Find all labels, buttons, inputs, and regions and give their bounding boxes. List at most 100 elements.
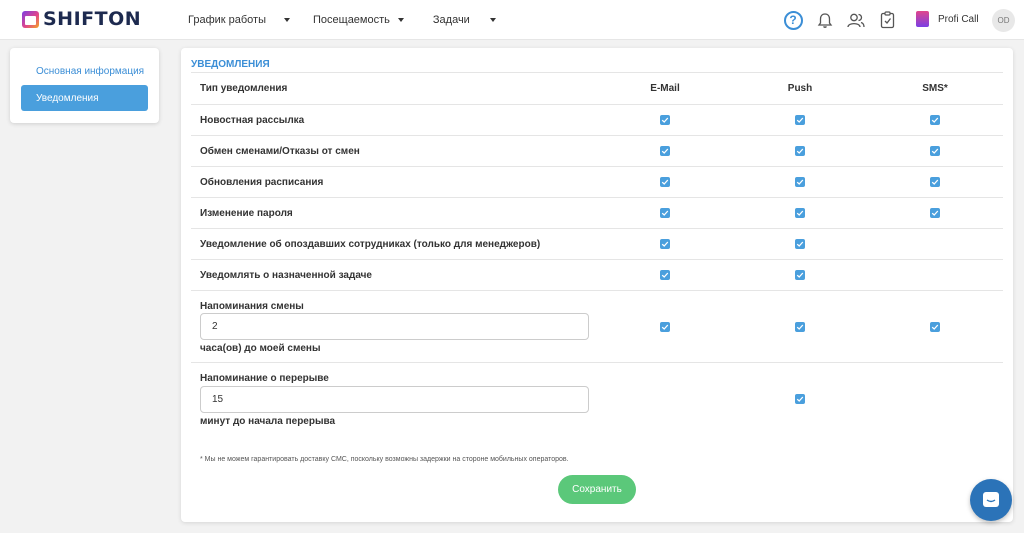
column-header-email: E-Mail xyxy=(650,83,680,94)
check-icon xyxy=(661,148,669,154)
notification-type-label: Уведомление об опоздавших сотрудниках (т… xyxy=(200,239,541,250)
tasks-button[interactable] xyxy=(876,9,898,31)
table-row: Новостная рассылка xyxy=(191,105,1003,136)
company-switcher[interactable]: Profi Call xyxy=(916,11,979,27)
shift-reminder-hours-input[interactable] xyxy=(200,313,589,340)
nav-attendance[interactable]: Посещаемость xyxy=(313,14,404,26)
check-icon xyxy=(661,117,669,123)
settings-sidebar: Основная информация Уведомления xyxy=(10,48,159,123)
check-icon xyxy=(931,179,939,185)
notification-type-label: Обмен сменами/Отказы от смен xyxy=(200,146,360,157)
break-reminder-suffix: минут до начала перерыва xyxy=(200,416,336,427)
check-icon xyxy=(796,272,804,278)
company-name: Profi Call xyxy=(938,13,979,25)
email-checkbox[interactable] xyxy=(660,146,670,156)
table-row-break-reminder: Напоминание о перерыве минут до начала п… xyxy=(191,363,1003,435)
nav-tasks-label: Задачи xyxy=(432,14,470,26)
check-icon xyxy=(661,210,669,216)
nav-attendance-label: Посещаемость xyxy=(313,14,390,26)
clipboard-icon xyxy=(880,11,894,29)
check-icon xyxy=(796,179,804,185)
company-logo-icon xyxy=(916,11,929,27)
check-icon xyxy=(796,210,804,216)
table-row: Уведомлять о назначенной задаче xyxy=(191,260,1003,291)
break-reminder-label: Напоминание о перерыве xyxy=(200,373,329,384)
nav-schedule[interactable]: График работы xyxy=(188,14,290,26)
sms-checkbox[interactable] xyxy=(930,115,940,125)
help-button[interactable]: ? xyxy=(782,9,804,31)
sms-checkbox[interactable] xyxy=(930,146,940,156)
logo-text: SHIFTON xyxy=(43,8,142,30)
check-icon xyxy=(931,117,939,123)
check-icon xyxy=(796,396,804,402)
check-icon xyxy=(796,324,804,330)
table-row: Уведомление об опоздавших сотрудниках (т… xyxy=(191,229,1003,260)
check-icon xyxy=(661,179,669,185)
sms-footnote: * Мы не можем гарантировать доставку СМС… xyxy=(200,456,569,463)
check-icon xyxy=(796,117,804,123)
sms-checkbox[interactable] xyxy=(930,208,940,218)
sidebar-item-notifications[interactable]: Уведомления xyxy=(21,85,148,111)
notifications-panel: УВЕДОМЛЕНИЯ Тип уведомления E-Mail Push … xyxy=(181,48,1013,522)
chat-widget-button[interactable] xyxy=(970,479,1012,521)
push-checkbox[interactable] xyxy=(795,115,805,125)
column-header-sms: SMS* xyxy=(922,83,948,94)
column-header-type: Тип уведомления xyxy=(200,83,288,94)
sidebar-item-basic-info[interactable]: Основная информация xyxy=(21,58,148,84)
push-checkbox[interactable] xyxy=(795,208,805,218)
email-checkbox[interactable] xyxy=(660,208,670,218)
users-icon xyxy=(847,13,865,27)
check-icon xyxy=(661,324,669,330)
section-title: УВЕДОМЛЕНИЯ xyxy=(191,59,270,70)
help-icon: ? xyxy=(783,10,803,30)
shift-reminder-push-checkbox[interactable] xyxy=(795,322,805,332)
notifications-table: Тип уведомления E-Mail Push SMS* Новостн… xyxy=(191,72,1003,435)
notifications-button[interactable] xyxy=(814,9,836,31)
break-reminder-minutes-input[interactable] xyxy=(200,386,589,413)
push-checkbox[interactable] xyxy=(795,177,805,187)
notification-type-label: Обновления расписания xyxy=(200,177,324,188)
top-header: SHIFTON График работы Посещаемость Задач… xyxy=(0,0,1024,40)
nav-schedule-label: График работы xyxy=(188,14,266,26)
check-icon xyxy=(931,210,939,216)
column-header-push: Push xyxy=(787,83,813,94)
notification-type-label: Изменение пароля xyxy=(200,208,293,219)
break-reminder-push-checkbox[interactable] xyxy=(795,394,805,404)
push-checkbox[interactable] xyxy=(795,146,805,156)
email-checkbox[interactable] xyxy=(660,239,670,249)
shift-reminder-email-checkbox[interactable] xyxy=(660,322,670,332)
chevron-down-icon xyxy=(489,18,496,22)
email-checkbox[interactable] xyxy=(660,115,670,125)
main-nav: График работы Посещаемость Задачи xyxy=(188,0,496,40)
bell-icon xyxy=(817,12,833,28)
check-icon xyxy=(796,148,804,154)
sms-checkbox[interactable] xyxy=(930,177,940,187)
shift-reminder-label: Напоминания смены xyxy=(200,301,304,312)
calendar-logo-icon xyxy=(22,10,39,28)
notification-type-label: Новостная рассылка xyxy=(200,115,305,126)
chevron-down-icon xyxy=(397,18,404,22)
check-icon xyxy=(931,324,939,330)
shifton-logo[interactable]: SHIFTON xyxy=(22,9,141,29)
check-icon xyxy=(661,241,669,247)
check-icon xyxy=(661,272,669,278)
push-checkbox[interactable] xyxy=(795,239,805,249)
shift-reminder-sms-checkbox[interactable] xyxy=(930,322,940,332)
table-header-row: Тип уведомления E-Mail Push SMS* xyxy=(191,73,1003,105)
shift-reminder-suffix: часа(ов) до моей смены xyxy=(200,343,321,354)
table-row: Обмен сменами/Отказы от смен xyxy=(191,136,1003,167)
employees-button[interactable] xyxy=(845,9,867,31)
nav-tasks[interactable]: Задачи xyxy=(433,14,496,26)
table-row: Обновления расписания xyxy=(191,167,1003,198)
push-checkbox[interactable] xyxy=(795,270,805,280)
check-icon xyxy=(796,241,804,247)
check-icon xyxy=(931,148,939,154)
chevron-down-icon xyxy=(284,18,290,22)
table-row: Изменение пароля xyxy=(191,198,1003,229)
save-button[interactable]: Сохранить xyxy=(558,475,636,504)
email-checkbox[interactable] xyxy=(660,270,670,280)
chat-icon xyxy=(983,492,999,507)
email-checkbox[interactable] xyxy=(660,177,670,187)
table-row-shift-reminder: Напоминания смены часа(ов) до моей смены xyxy=(191,291,1003,363)
avatar[interactable]: OD xyxy=(992,9,1015,32)
